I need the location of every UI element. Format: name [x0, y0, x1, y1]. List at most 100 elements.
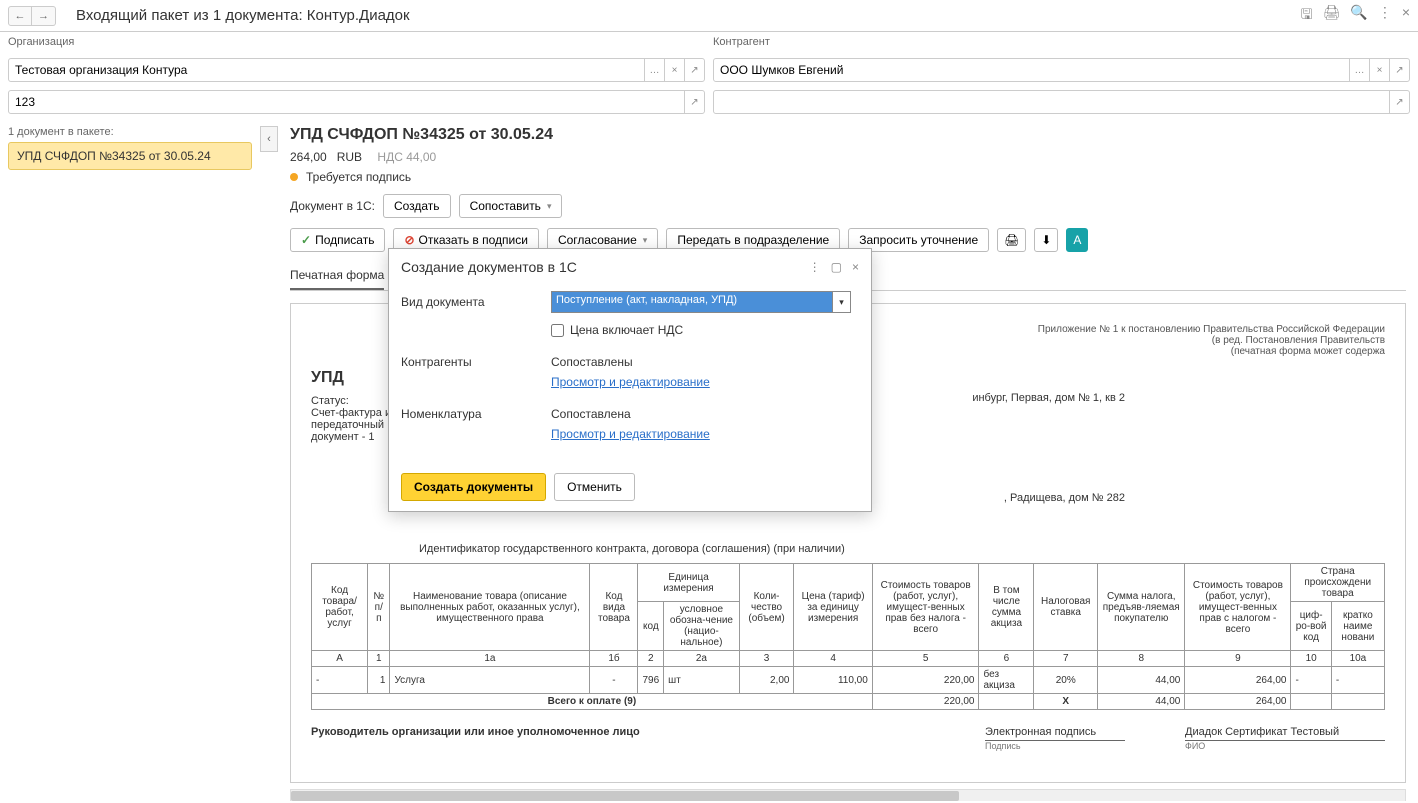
modal-more-icon[interactable]: ⋮ [809, 260, 821, 274]
close-icon[interactable]: × [1402, 4, 1410, 28]
nav-forward-button[interactable]: → [32, 6, 56, 26]
colnum: 9 [1185, 651, 1291, 667]
match-1c-button[interactable]: Сопоставить [459, 194, 563, 218]
table-totals-row: Всего к оплате (9) 220,00 X 44,00 264,00 [312, 694, 1385, 710]
nomenclature-label: Номенклатура [401, 407, 551, 421]
open-button[interactable]: ↗ [684, 59, 704, 81]
search-icon[interactable]: 🔍 [1350, 4, 1367, 28]
document-list-panel: 1 документ в пакете: УПД СЧФДОП №34325 о… [0, 118, 260, 801]
nomenclature-view-edit-link[interactable]: Просмотр и редактирование [551, 427, 710, 441]
colnum: 3 [739, 651, 794, 667]
esign-label: Электронная подпись [985, 726, 1125, 741]
table-row: - 1 Услуга - 796 шт 2,00 110,00 220,00 б… [312, 667, 1385, 694]
colnum: 10 [1291, 651, 1331, 667]
print-icon[interactable]: 🖨 [1323, 4, 1341, 28]
counterparties-view-edit-link[interactable]: Просмотр и редактирование [551, 375, 710, 389]
sign-button[interactable]: Подписать [290, 228, 385, 252]
org-extra-field[interactable]: ↗ [8, 90, 705, 114]
th-total: Стоимость товаров (работ, услуг), имущес… [1185, 564, 1291, 651]
colnum: 2 [638, 651, 664, 667]
ellipsis-button[interactable]: … [1349, 59, 1369, 81]
th-price: Цена (тариф) за единицу измерения [794, 564, 872, 651]
save-icon[interactable]: 🖫 [1301, 4, 1313, 28]
download-button[interactable]: ⬇ [1034, 228, 1058, 252]
counterparty-label: Контрагент [713, 36, 1410, 48]
th-cost: Стоимость товаров (работ, услуг), имущес… [872, 564, 979, 651]
open-button[interactable]: ↗ [1389, 59, 1409, 81]
modal-close-icon[interactable]: × [852, 260, 859, 274]
horizontal-scrollbar[interactable] [290, 789, 1406, 801]
colnum: 1а [390, 651, 590, 667]
th-country: Страна происхождени товара [1291, 564, 1385, 602]
ellipsis-button[interactable]: … [644, 59, 664, 81]
modal-maximize-icon[interactable]: ▢ [831, 260, 842, 274]
th-code: Код товара/ работ, услуг [312, 564, 368, 651]
counterparty-input[interactable] [714, 63, 1349, 77]
colnum: 6 [979, 651, 1034, 667]
status-dot-icon [290, 173, 298, 181]
doc-in-1c-label: Документ в 1С: [290, 199, 375, 213]
window-title: Входящий пакет из 1 документа: Контур.Ди… [76, 7, 410, 24]
organization-label: Организация [8, 36, 705, 48]
head-signature-label: Руководитель организации или иное уполно… [311, 726, 925, 751]
items-table: Код товара/ работ, услуг № п/п Наименова… [311, 563, 1385, 710]
colnum: 4 [794, 651, 872, 667]
counterparties-status: Сопоставлены [551, 355, 859, 369]
counterparty-field[interactable]: … × ↗ [713, 58, 1410, 82]
doc-type-value: Поступление (акт, накладная, УПД) [552, 292, 832, 312]
open-button[interactable]: ↗ [1389, 91, 1409, 113]
organization-input[interactable] [9, 63, 644, 77]
create-1c-button[interactable]: Создать [383, 194, 451, 218]
modal-title: Создание документов в 1С [401, 259, 809, 275]
th-tax: Сумма налога, предъяв-ляемая покупателю [1098, 564, 1185, 651]
collapse-left-button[interactable]: ‹ [260, 126, 278, 152]
colnum: А [312, 651, 368, 667]
scrollbar-thumb[interactable] [291, 791, 959, 801]
open-button[interactable]: ↗ [684, 91, 704, 113]
th-rate: Налоговая ставка [1034, 564, 1098, 651]
nds-value: НДС 44,00 [377, 150, 436, 164]
annotate-button[interactable]: A [1066, 228, 1088, 252]
colnum: 1б [590, 651, 638, 667]
th-digit-code: циф-ро-вой код [1291, 602, 1331, 651]
doc-type-select[interactable]: Поступление (акт, накладная, УПД) ▾ [551, 291, 851, 313]
create-1c-modal: Создание документов в 1С ⋮ ▢ × Вид докум… [388, 248, 872, 512]
nav-back-button[interactable]: ← [8, 6, 32, 26]
chevron-down-icon[interactable]: ▾ [832, 292, 850, 312]
counterparties-label: Контрагенты [401, 355, 551, 369]
counterparty-extra-field[interactable]: ↗ [713, 90, 1410, 114]
th-unit-name: условное обозна-чение (нацио-нальное) [664, 602, 739, 651]
cancel-button[interactable]: Отменить [554, 473, 635, 501]
clear-button[interactable]: × [664, 59, 684, 81]
org-extra-input[interactable] [9, 95, 684, 109]
esign-sublabel: Подпись [985, 741, 1125, 751]
tab-print-form[interactable]: Печатная форма [290, 262, 384, 290]
cert-sublabel: ФИО [1185, 741, 1385, 751]
document-list-item[interactable]: УПД СЧФДОП №34325 от 30.05.24 [8, 142, 252, 170]
status-text: Требуется подпись [306, 170, 411, 184]
th-kind: Код вида товара [590, 564, 638, 651]
organization-field[interactable]: … × ↗ [8, 58, 705, 82]
colnum: 2а [664, 651, 739, 667]
nomenclature-status: Сопоставлена [551, 407, 859, 421]
th-unit-code: код [638, 602, 664, 651]
create-documents-button[interactable]: Создать документы [401, 473, 546, 501]
counterparty-extra-input[interactable] [714, 95, 1389, 109]
clear-button[interactable]: × [1369, 59, 1389, 81]
packet-count-label: 1 документ в пакете: [8, 126, 252, 138]
price-includes-vat-checkbox[interactable] [551, 324, 564, 337]
titlebar: ← → Входящий пакет из 1 документа: Конту… [0, 0, 1418, 32]
colnum: 8 [1098, 651, 1185, 667]
colnum: 5 [872, 651, 979, 667]
colnum: 7 [1034, 651, 1098, 667]
address-fragment-2: , Радищева, дом № 282 [1004, 492, 1125, 504]
more-icon[interactable]: ⋮ [1378, 4, 1392, 28]
th-name: Наименование товара (описание выполненны… [390, 564, 590, 651]
document-amount-row: 264,00 RUB НДС 44,00 [290, 150, 1406, 164]
price-includes-vat-label: Цена включает НДС [570, 323, 683, 337]
print-button[interactable]: 🖨 [997, 228, 1026, 252]
contract-id-label: Идентификатор государственного контракта… [419, 543, 1385, 555]
th-qty: Коли-чество (объем) [739, 564, 794, 651]
amount-value: 264,00 [290, 150, 327, 164]
colnum: 1 [368, 651, 390, 667]
